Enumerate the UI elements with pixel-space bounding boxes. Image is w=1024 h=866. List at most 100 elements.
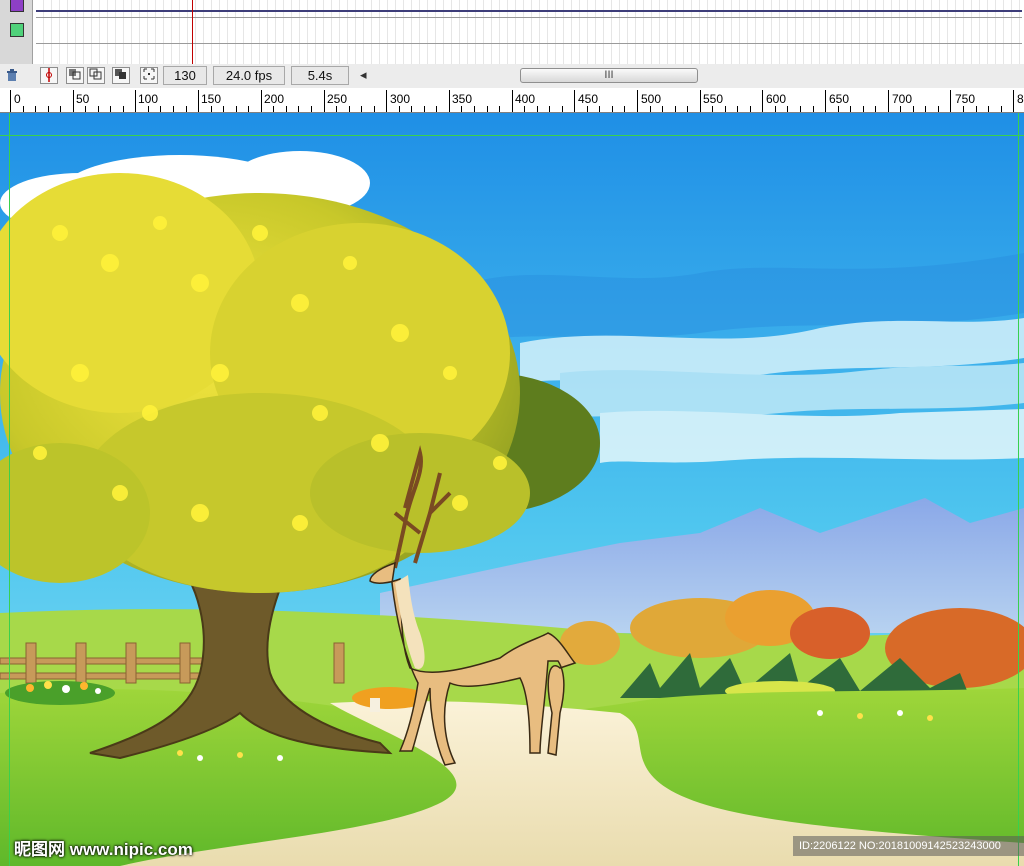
ruler-tick bbox=[800, 106, 801, 112]
ruler-tick bbox=[787, 106, 788, 112]
ruler-tick bbox=[10, 90, 11, 112]
ruler-tick bbox=[286, 106, 287, 112]
ruler-tick bbox=[48, 106, 49, 112]
layer-track-divider bbox=[36, 17, 1022, 18]
ruler-tick bbox=[487, 106, 488, 112]
ruler-tick bbox=[850, 106, 851, 112]
timeline-statusbar: 130 24.0 fps 5.4s ◂ III bbox=[0, 64, 1024, 89]
ruler-tick bbox=[712, 106, 713, 112]
ruler-label: 550 bbox=[703, 92, 724, 106]
playhead[interactable] bbox=[192, 0, 193, 64]
ruler-tick bbox=[85, 106, 86, 112]
edit-multiple-frames-icon bbox=[115, 69, 126, 79]
ruler-tick bbox=[23, 106, 24, 112]
ruler-tick bbox=[336, 106, 337, 112]
layer-color-green-icon[interactable] bbox=[10, 23, 24, 37]
ruler-tick bbox=[411, 106, 412, 112]
ruler-tick bbox=[273, 106, 274, 112]
ruler-tick bbox=[248, 106, 249, 112]
ruler-tick bbox=[98, 106, 99, 112]
edit-multiple-frames-button[interactable] bbox=[112, 67, 130, 84]
ruler-tick bbox=[624, 106, 625, 112]
ruler-label: 500 bbox=[641, 92, 662, 106]
ruler-tick bbox=[900, 106, 901, 112]
ruler-tick bbox=[813, 106, 814, 112]
ruler-tick bbox=[198, 90, 199, 112]
ruler-tick bbox=[775, 106, 776, 112]
horizontal-ruler: 0 50 100 150 200 250 300 350 400 450 500… bbox=[0, 88, 1024, 113]
ruler-tick bbox=[650, 106, 651, 112]
ruler-tick bbox=[474, 106, 475, 112]
delete-layer-button[interactable] bbox=[3, 67, 21, 84]
ruler-tick bbox=[562, 106, 563, 112]
ruler-label: 250 bbox=[327, 92, 348, 106]
ruler-tick bbox=[311, 106, 312, 112]
ruler-label: 100 bbox=[138, 92, 159, 106]
onion-markers-icon bbox=[143, 68, 155, 80]
ruler-tick bbox=[424, 106, 425, 112]
scroll-left-arrow[interactable]: ◂ bbox=[360, 67, 367, 83]
scene-illustration bbox=[0, 113, 1024, 866]
ruler-tick bbox=[524, 106, 525, 112]
elapsed-time-field: 5.4s bbox=[291, 66, 349, 85]
ruler-label: 400 bbox=[515, 92, 536, 106]
ruler-tick bbox=[324, 90, 325, 112]
ruler-tick bbox=[599, 106, 600, 112]
ruler-tick bbox=[223, 106, 224, 112]
timeline-panel[interactable] bbox=[0, 0, 1024, 65]
watermark-id: ID:2206122 NO:20181009142523243000 bbox=[793, 836, 1024, 856]
ruler-tick bbox=[913, 106, 914, 112]
ruler-tick bbox=[925, 106, 926, 112]
ruler-label: 700 bbox=[892, 92, 913, 106]
ruler-tick bbox=[976, 106, 977, 112]
watermark-site: 昵图网 www.nipic.com bbox=[14, 840, 193, 859]
ruler-tick bbox=[461, 106, 462, 112]
layer-icon-column bbox=[0, 0, 33, 64]
ruler-tick bbox=[737, 106, 738, 112]
ruler-tick bbox=[374, 106, 375, 112]
ruler-tick bbox=[950, 90, 951, 112]
ruler-tick bbox=[963, 106, 964, 112]
ruler-tick bbox=[687, 106, 688, 112]
ruler-tick bbox=[762, 90, 763, 112]
stage-canvas[interactable] bbox=[0, 113, 1024, 866]
layer-track-divider bbox=[36, 43, 1022, 44]
modify-onion-markers-button[interactable] bbox=[140, 67, 158, 84]
onion-skin-outlines-icon bbox=[89, 68, 102, 80]
frame-rate-field[interactable]: 24.0 fps bbox=[213, 66, 285, 85]
ruler-tick bbox=[160, 106, 161, 112]
ruler-tick bbox=[750, 106, 751, 112]
ruler-tick bbox=[825, 90, 826, 112]
ruler-tick bbox=[436, 106, 437, 112]
ruler-tick bbox=[110, 106, 111, 112]
layer-color-purple-icon[interactable] bbox=[10, 0, 24, 12]
onion-skin-button[interactable] bbox=[66, 67, 84, 84]
onion-skin-outlines-button[interactable] bbox=[87, 67, 105, 84]
ruler-tick bbox=[135, 90, 136, 112]
ruler-tick bbox=[988, 106, 989, 112]
horizontal-scrollbar-thumb[interactable]: III bbox=[520, 68, 698, 83]
center-frame-icon bbox=[46, 68, 52, 82]
ruler-label: 50 bbox=[76, 92, 90, 106]
ruler-tick bbox=[60, 106, 61, 112]
ruler-tick bbox=[549, 106, 550, 112]
onion-skin-icon bbox=[69, 69, 81, 80]
ruler-tick bbox=[35, 106, 36, 112]
ruler-label: 200 bbox=[264, 92, 285, 106]
ruler-tick bbox=[675, 106, 676, 112]
center-frame-button[interactable] bbox=[40, 67, 58, 84]
ruler-tick bbox=[838, 106, 839, 112]
ruler-label: 8 bbox=[1017, 92, 1024, 106]
ruler-label: 600 bbox=[766, 92, 787, 106]
ruler-tick bbox=[236, 106, 237, 112]
ruler-tick bbox=[863, 106, 864, 112]
ruler-tick bbox=[512, 90, 513, 112]
ruler-tick bbox=[399, 106, 400, 112]
ruler-tick bbox=[725, 106, 726, 112]
ruler-tick bbox=[173, 106, 174, 112]
ruler-tick bbox=[298, 106, 299, 112]
ruler-tick bbox=[612, 106, 613, 112]
trash-icon bbox=[7, 69, 17, 81]
ruler-label: 150 bbox=[201, 92, 222, 106]
ruler-tick bbox=[261, 90, 262, 112]
